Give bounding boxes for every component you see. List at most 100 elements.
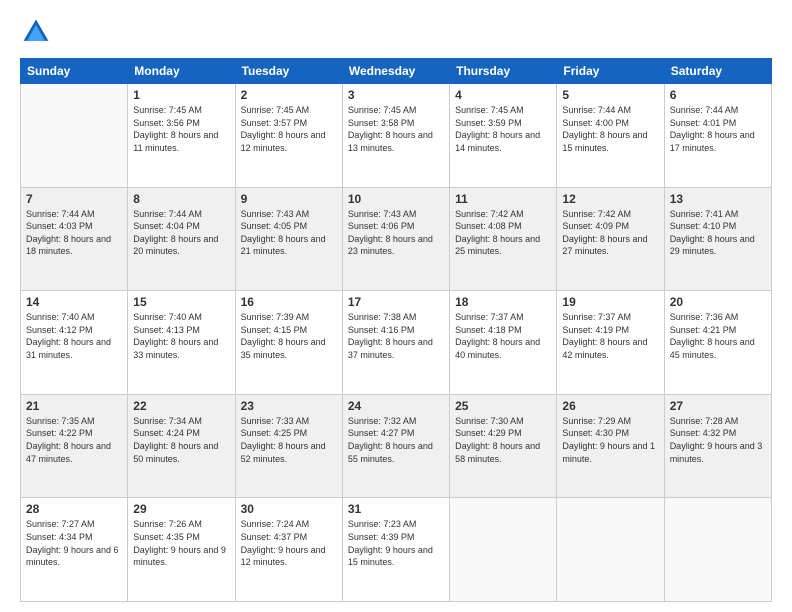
calendar-cell: 9 Sunrise: 7:43 AMSunset: 4:05 PMDaylight… bbox=[235, 187, 342, 291]
day-info: Sunrise: 7:29 AMSunset: 4:30 PMDaylight:… bbox=[562, 415, 658, 465]
day-number: 22 bbox=[133, 399, 229, 413]
calendar-cell: 11Sunrise: 7:42 AMSunset: 4:08 PMDayligh… bbox=[450, 187, 557, 291]
logo bbox=[20, 16, 56, 48]
weekday-header-thursday: Thursday bbox=[450, 59, 557, 84]
day-number: 29 bbox=[133, 502, 229, 516]
day-info: Sunrise: 7:26 AMSunset: 4:35 PMDaylight:… bbox=[133, 518, 229, 568]
day-number: 18 bbox=[455, 295, 551, 309]
calendar-week-row: 7Sunrise: 7:44 AMSunset: 4:03 PMDaylight… bbox=[21, 187, 772, 291]
calendar-cell: 15Sunrise: 7:40 AMSunset: 4:13 PMDayligh… bbox=[128, 291, 235, 395]
calendar-week-row: 14 Sunrise: 7:40 AMSunset: 4:12 PMDayligh… bbox=[21, 291, 772, 395]
day-number: 4 bbox=[455, 88, 551, 102]
day-info: Sunrise: 7:36 AMSunset: 4:21 PMDaylight:… bbox=[670, 311, 766, 361]
calendar-cell: 13 Sunrise: 7:41 AMSunset: 4:10 PMDayligh… bbox=[664, 187, 771, 291]
day-info: Sunrise: 7:45 AMSunset: 3:57 PMDaylight:… bbox=[241, 104, 337, 154]
day-info: Sunrise: 7:43 AMSunset: 4:05 PMDaylight:… bbox=[241, 208, 337, 258]
day-info: Sunrise: 7:37 AMSunset: 4:19 PMDaylight:… bbox=[562, 311, 658, 361]
calendar-cell: 4 Sunrise: 7:45 AMSunset: 3:59 PMDaylight… bbox=[450, 84, 557, 188]
calendar-cell: 6 Sunrise: 7:44 AMSunset: 4:01 PMDaylight… bbox=[664, 84, 771, 188]
day-number: 30 bbox=[241, 502, 337, 516]
calendar-week-row: 21 Sunrise: 7:35 AMSunset: 4:22 PMDayligh… bbox=[21, 394, 772, 498]
day-info: Sunrise: 7:42 AMSunset: 4:09 PMDaylight:… bbox=[562, 208, 658, 258]
day-info: Sunrise: 7:30 AMSunset: 4:29 PMDaylight:… bbox=[455, 415, 551, 465]
calendar-cell: 22 Sunrise: 7:34 AMSunset: 4:24 PMDayligh… bbox=[128, 394, 235, 498]
day-number: 10 bbox=[348, 192, 444, 206]
calendar-cell: 10 Sunrise: 7:43 AMSunset: 4:06 PMDayligh… bbox=[342, 187, 449, 291]
weekday-header-saturday: Saturday bbox=[664, 59, 771, 84]
day-info: Sunrise: 7:44 AMSunset: 4:01 PMDaylight:… bbox=[670, 104, 766, 154]
day-number: 26 bbox=[562, 399, 658, 413]
calendar-cell: 31 Sunrise: 7:23 AMSunset: 4:39 PMDayligh… bbox=[342, 498, 449, 602]
day-number: 3 bbox=[348, 88, 444, 102]
day-info: Sunrise: 7:44 AMSunset: 4:00 PMDaylight:… bbox=[562, 104, 658, 154]
day-info: Sunrise: 7:45 AMSunset: 3:59 PMDaylight:… bbox=[455, 104, 551, 154]
day-info: Sunrise: 7:45 AMSunset: 3:56 PMDaylight:… bbox=[133, 104, 229, 154]
calendar-table: SundayMondayTuesdayWednesdayThursdayFrid… bbox=[20, 58, 772, 602]
day-number: 15 bbox=[133, 295, 229, 309]
calendar-cell: 5 Sunrise: 7:44 AMSunset: 4:00 PMDaylight… bbox=[557, 84, 664, 188]
day-number: 7 bbox=[26, 192, 122, 206]
calendar-cell: 1 Sunrise: 7:45 AMSunset: 3:56 PMDaylight… bbox=[128, 84, 235, 188]
calendar-cell bbox=[21, 84, 128, 188]
day-info: Sunrise: 7:35 AMSunset: 4:22 PMDaylight:… bbox=[26, 415, 122, 465]
day-number: 16 bbox=[241, 295, 337, 309]
day-info: Sunrise: 7:28 AMSunset: 4:32 PMDaylight:… bbox=[670, 415, 766, 465]
day-number: 2 bbox=[241, 88, 337, 102]
calendar-cell: 28Sunrise: 7:27 AMSunset: 4:34 PMDayligh… bbox=[21, 498, 128, 602]
day-info: Sunrise: 7:43 AMSunset: 4:06 PMDaylight:… bbox=[348, 208, 444, 258]
day-number: 5 bbox=[562, 88, 658, 102]
day-info: Sunrise: 7:45 AMSunset: 3:58 PMDaylight:… bbox=[348, 104, 444, 154]
calendar-cell: 2 Sunrise: 7:45 AMSunset: 3:57 PMDaylight… bbox=[235, 84, 342, 188]
calendar-cell: 3 Sunrise: 7:45 AMSunset: 3:58 PMDaylight… bbox=[342, 84, 449, 188]
weekday-header-friday: Friday bbox=[557, 59, 664, 84]
calendar-cell bbox=[450, 498, 557, 602]
calendar-cell: 8 Sunrise: 7:44 AMSunset: 4:04 PMDaylight… bbox=[128, 187, 235, 291]
calendar-week-row: 1 Sunrise: 7:45 AMSunset: 3:56 PMDaylight… bbox=[21, 84, 772, 188]
day-number: 6 bbox=[670, 88, 766, 102]
day-number: 19 bbox=[562, 295, 658, 309]
weekday-header-wednesday: Wednesday bbox=[342, 59, 449, 84]
day-info: Sunrise: 7:32 AMSunset: 4:27 PMDaylight:… bbox=[348, 415, 444, 465]
weekday-header-sunday: Sunday bbox=[21, 59, 128, 84]
day-number: 8 bbox=[133, 192, 229, 206]
weekday-header-row: SundayMondayTuesdayWednesdayThursdayFrid… bbox=[21, 59, 772, 84]
calendar-cell: 7Sunrise: 7:44 AMSunset: 4:03 PMDaylight… bbox=[21, 187, 128, 291]
calendar-cell: 16 Sunrise: 7:39 AMSunset: 4:15 PMDayligh… bbox=[235, 291, 342, 395]
weekday-header-tuesday: Tuesday bbox=[235, 59, 342, 84]
day-info: Sunrise: 7:40 AMSunset: 4:12 PMDaylight:… bbox=[26, 311, 122, 361]
day-info: Sunrise: 7:34 AMSunset: 4:24 PMDaylight:… bbox=[133, 415, 229, 465]
calendar-cell: 23Sunrise: 7:33 AMSunset: 4:25 PMDayligh… bbox=[235, 394, 342, 498]
calendar-cell: 30Sunrise: 7:24 AMSunset: 4:37 PMDayligh… bbox=[235, 498, 342, 602]
day-number: 13 bbox=[670, 192, 766, 206]
day-number: 12 bbox=[562, 192, 658, 206]
calendar-cell: 14 Sunrise: 7:40 AMSunset: 4:12 PMDayligh… bbox=[21, 291, 128, 395]
day-number: 21 bbox=[26, 399, 122, 413]
day-number: 14 bbox=[26, 295, 122, 309]
calendar-cell: 20 Sunrise: 7:36 AMSunset: 4:21 PMDayligh… bbox=[664, 291, 771, 395]
day-number: 31 bbox=[348, 502, 444, 516]
day-number: 20 bbox=[670, 295, 766, 309]
day-number: 24 bbox=[348, 399, 444, 413]
day-info: Sunrise: 7:39 AMSunset: 4:15 PMDaylight:… bbox=[241, 311, 337, 361]
calendar-cell: 18 Sunrise: 7:37 AMSunset: 4:18 PMDayligh… bbox=[450, 291, 557, 395]
logo-icon bbox=[20, 16, 52, 48]
page: SundayMondayTuesdayWednesdayThursdayFrid… bbox=[0, 0, 792, 612]
calendar-cell bbox=[557, 498, 664, 602]
calendar-week-row: 28Sunrise: 7:27 AMSunset: 4:34 PMDayligh… bbox=[21, 498, 772, 602]
day-number: 17 bbox=[348, 295, 444, 309]
day-number: 9 bbox=[241, 192, 337, 206]
calendar-cell: 19 Sunrise: 7:37 AMSunset: 4:19 PMDayligh… bbox=[557, 291, 664, 395]
day-number: 25 bbox=[455, 399, 551, 413]
calendar-cell: 24 Sunrise: 7:32 AMSunset: 4:27 PMDayligh… bbox=[342, 394, 449, 498]
calendar-cell: 12 Sunrise: 7:42 AMSunset: 4:09 PMDayligh… bbox=[557, 187, 664, 291]
day-number: 28 bbox=[26, 502, 122, 516]
day-info: Sunrise: 7:41 AMSunset: 4:10 PMDaylight:… bbox=[670, 208, 766, 258]
calendar-cell: 27Sunrise: 7:28 AMSunset: 4:32 PMDayligh… bbox=[664, 394, 771, 498]
day-number: 1 bbox=[133, 88, 229, 102]
calendar-cell: 29 Sunrise: 7:26 AMSunset: 4:35 PMDayligh… bbox=[128, 498, 235, 602]
day-number: 23 bbox=[241, 399, 337, 413]
day-info: Sunrise: 7:37 AMSunset: 4:18 PMDaylight:… bbox=[455, 311, 551, 361]
day-info: Sunrise: 7:44 AMSunset: 4:04 PMDaylight:… bbox=[133, 208, 229, 258]
header bbox=[20, 16, 772, 48]
day-info: Sunrise: 7:23 AMSunset: 4:39 PMDaylight:… bbox=[348, 518, 444, 568]
